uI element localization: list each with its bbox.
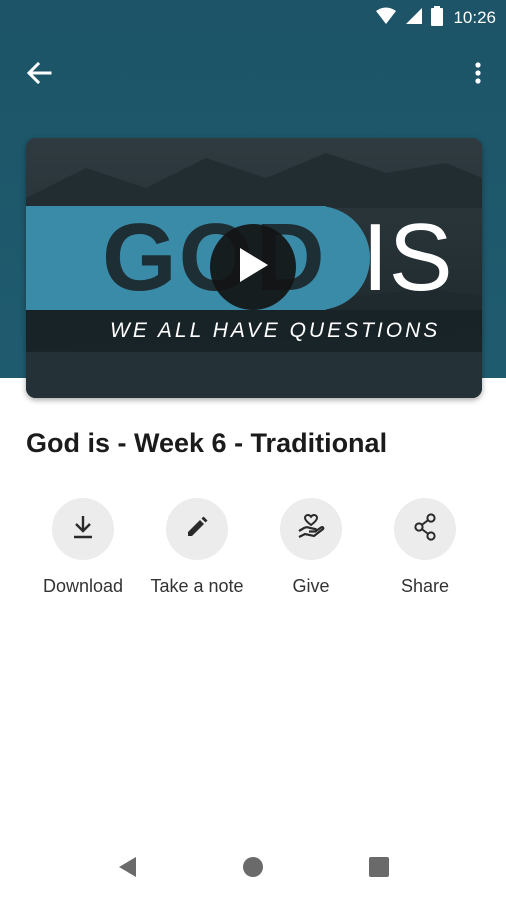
back-button[interactable]: [22, 60, 56, 90]
download-button-circle: [52, 498, 114, 560]
play-icon: [236, 246, 270, 289]
arrow-left-icon: [26, 61, 52, 90]
download-label: Download: [42, 576, 124, 596]
app-bar: [0, 50, 506, 98]
download-button[interactable]: Download: [26, 498, 140, 608]
give-button-circle: [280, 498, 342, 560]
give-button[interactable]: Give: [254, 498, 368, 608]
action-row: Download Take a note Give Share: [0, 498, 506, 608]
share-button-circle: [394, 498, 456, 560]
signal-icon: [405, 7, 423, 30]
share-label: Share: [400, 576, 450, 596]
heart-hand-icon: [296, 513, 326, 546]
share-button[interactable]: Share: [368, 498, 482, 608]
thumbnail-word-right: IS: [362, 204, 453, 311]
more-options-button[interactable]: [468, 60, 488, 90]
status-time: 10:26: [453, 8, 496, 27]
battery-icon: [431, 5, 444, 31]
page-title: God is - Week 6 - Traditional: [26, 428, 388, 458]
system-nav-bar: [0, 836, 506, 900]
take-a-note-button-circle: [166, 498, 228, 560]
status-bar: 10:26: [0, 0, 506, 36]
download-icon: [71, 514, 95, 545]
back-triangle-icon: [116, 855, 138, 884]
pencil-icon: [185, 515, 209, 544]
wifi-icon: [375, 7, 397, 30]
home-circle-icon: [241, 855, 265, 884]
take-a-note-button[interactable]: Take a note: [140, 498, 254, 608]
give-label: Give: [292, 576, 330, 596]
share-icon: [412, 512, 438, 546]
status-icons: 10:26: [375, 5, 496, 31]
thumbnail-tagline: WE ALL HAVE QUESTIONS: [110, 319, 441, 342]
video-thumbnail[interactable]: GOD IS WE ALL HAVE QUESTIONS: [26, 138, 482, 398]
more-vert-icon: [475, 61, 481, 90]
take-a-note-label: Take a note: [150, 576, 244, 596]
nav-back-button[interactable]: [112, 854, 142, 884]
play-button[interactable]: [210, 224, 296, 310]
recents-square-icon: [368, 856, 390, 883]
nav-recents-button[interactable]: [364, 854, 394, 884]
nav-home-button[interactable]: [238, 854, 268, 884]
